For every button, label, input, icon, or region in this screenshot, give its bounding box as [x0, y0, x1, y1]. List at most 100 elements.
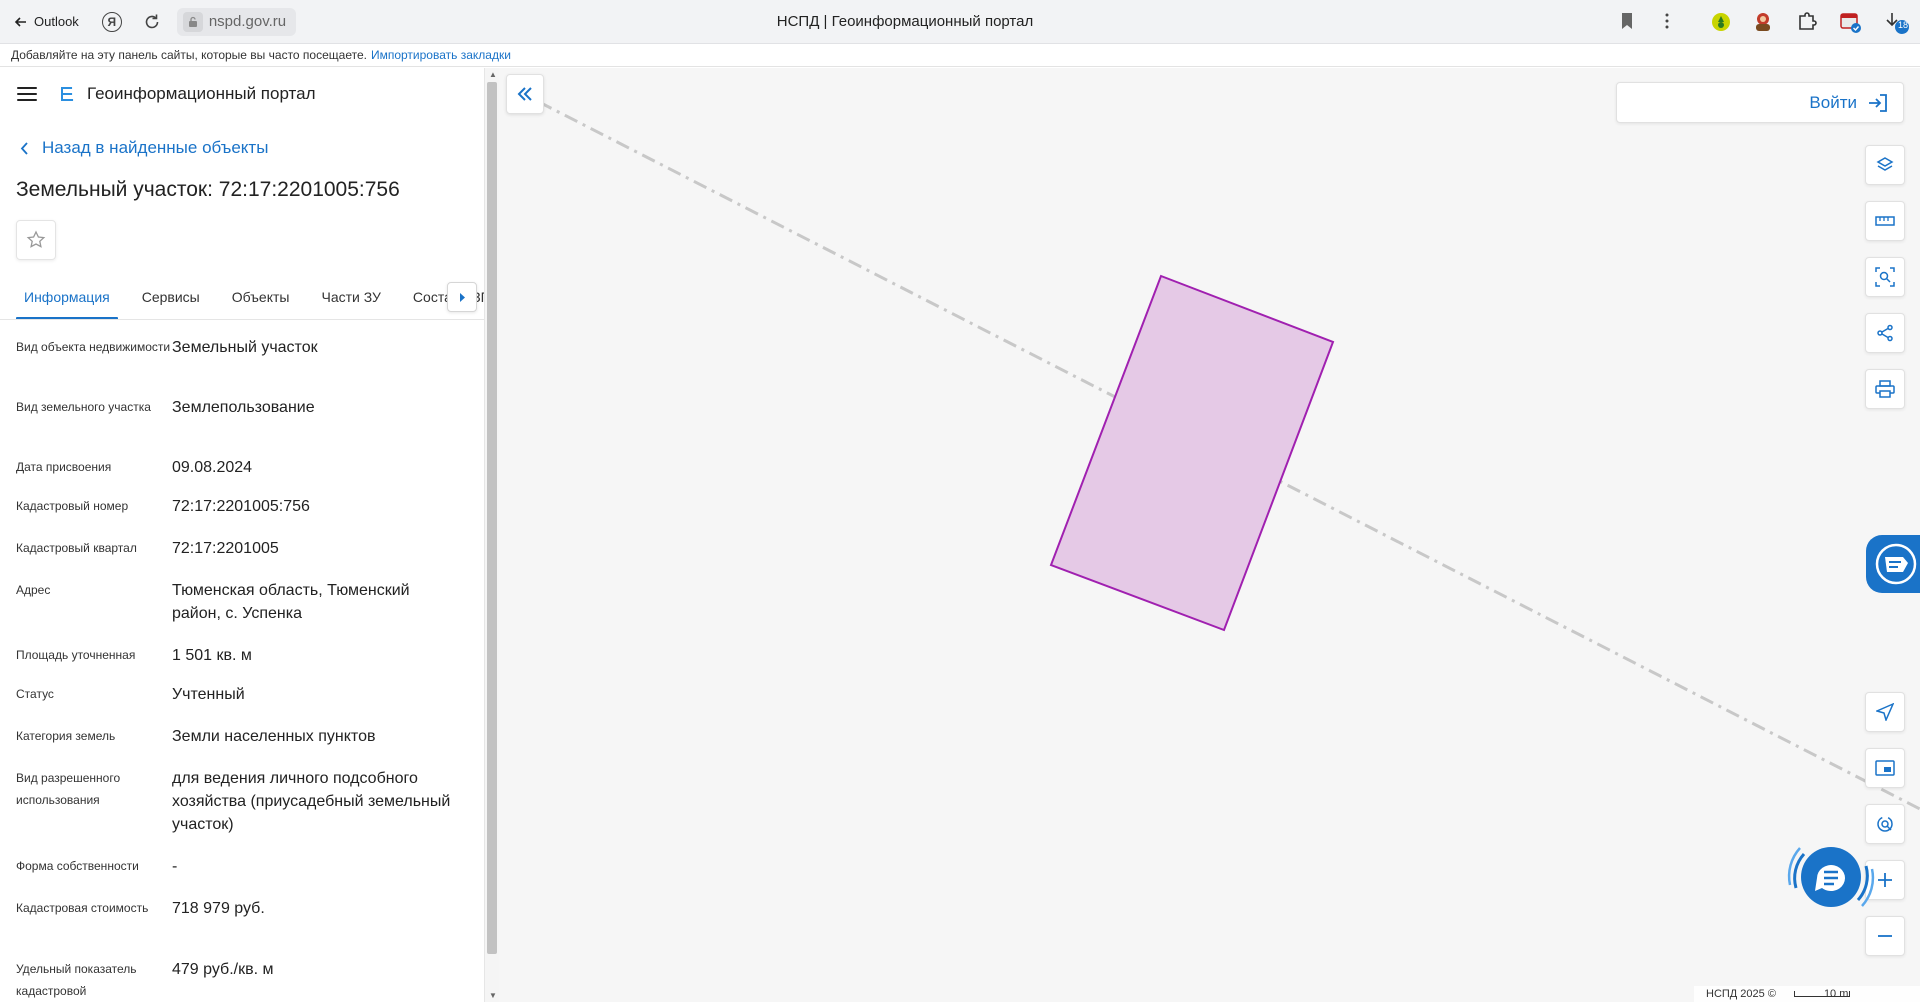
message-icon	[1875, 543, 1917, 585]
measure-button[interactable]	[1865, 201, 1905, 241]
property-value: Тюменская область, Тюменский район, с. У…	[172, 582, 410, 622]
area-select-icon	[1875, 267, 1895, 287]
navigation-arrow-icon	[1876, 703, 1894, 721]
property-row: Дата присвоения 09.08.2024	[16, 456, 484, 495]
print-button[interactable]	[1865, 369, 1905, 409]
minimap-button[interactable]	[1865, 748, 1905, 788]
layers-icon	[1876, 157, 1894, 171]
portal-name: Геоинформационный портал	[87, 84, 316, 103]
layers-button[interactable]	[1865, 145, 1905, 185]
property-value: Учтенный	[172, 686, 245, 703]
property-label: Категория земель	[16, 729, 116, 743]
property-row: Кадастровый квартал 72:17:2201005	[16, 537, 484, 579]
tab-title: НСПД | Геоинформационный портал	[776, 13, 1034, 30]
property-label: Удельный показатель кадастровой	[16, 962, 137, 998]
panel-scrollbar[interactable]: ▲ ▼	[484, 68, 499, 1002]
menu-dots-icon[interactable]	[1664, 12, 1670, 35]
import-bookmarks-link[interactable]: Импортировать закладки	[371, 48, 511, 62]
property-label: Дата присвоения	[16, 460, 112, 474]
property-value: Землепользование	[172, 399, 315, 416]
property-label: Форма собственности	[16, 859, 139, 873]
property-label: Вид земельного участка	[16, 400, 151, 414]
property-row: Площадь уточненная 1 501 кв. м	[16, 644, 484, 683]
collapse-panel-button[interactable]	[506, 74, 544, 114]
property-value: Земли населенных пунктов	[172, 728, 376, 745]
land-parcel-polygon[interactable]	[1049, 274, 1335, 632]
map-layer	[538, 100, 1920, 811]
scroll-down-arrow-icon[interactable]: ▼	[489, 991, 497, 1000]
downloads-icon[interactable]: 18	[1884, 10, 1909, 34]
properties-list: Вид объекта недвижимости Земельный участ…	[0, 320, 484, 1002]
object-tabs: Информация Сервисы Объекты Части ЗУ Сост…	[0, 272, 484, 320]
hamburger-menu-icon[interactable]	[17, 87, 37, 101]
property-value: 479 руб./кв. м	[172, 961, 274, 978]
property-value: для ведения личного подсобного хозяйства…	[172, 770, 451, 833]
object-info-panel: Геоинформационный портал Назад в найденн…	[0, 68, 484, 1002]
printer-icon	[1875, 380, 1895, 398]
property-value: 72:17:2201005:756	[172, 498, 310, 515]
property-label: Кадастровый квартал	[16, 541, 137, 555]
chevron-left-icon	[20, 141, 28, 155]
bookmark-icon[interactable]	[1620, 12, 1634, 35]
property-value: Земельный участок	[172, 339, 318, 356]
bookmarks-prompt: Добавляйте на эту панель сайты, которые …	[11, 48, 367, 62]
tab-parts[interactable]: Части ЗУ	[313, 289, 388, 319]
property-row: Кадастровый номер 72:17:2201005:756	[16, 495, 484, 537]
star-icon	[26, 230, 46, 248]
share-button[interactable]	[1865, 313, 1905, 353]
property-row: Адрес Тюменская область, Тюменский район…	[16, 579, 484, 644]
scale-label: 10 m	[1823, 988, 1849, 1000]
tab-services[interactable]: Сервисы	[134, 289, 208, 319]
double-chevron-left-icon	[517, 87, 532, 101]
extensions-puzzle-icon[interactable]	[1795, 10, 1819, 34]
login-icon	[1869, 93, 1887, 112]
map-canvas[interactable]	[499, 68, 1920, 1002]
property-value: 1 501 кв. м	[172, 647, 252, 664]
property-row: Категория земель Земли населенных пункто…	[16, 725, 484, 767]
downloads-badge: 18	[1897, 20, 1908, 30]
property-label: Вид объекта недвижимости	[16, 340, 171, 354]
ruler-icon	[1875, 216, 1895, 226]
scrollbar-thumb[interactable]	[487, 82, 497, 954]
portal-logo-icon	[61, 87, 74, 101]
back-to-results-link[interactable]: Назад в найденные объекты	[0, 138, 484, 158]
bookmarks-bar: Добавляйте на эту панель сайты, которые …	[0, 44, 1920, 67]
minimap-icon	[1875, 760, 1895, 776]
property-label: Площадь уточненная	[16, 648, 136, 662]
tab-objects[interactable]: Объекты	[224, 289, 298, 319]
property-value: -	[172, 858, 178, 875]
page-title: Земельный участок: 72:17:2201005:756	[16, 178, 400, 201]
back-to-results-label: Назад в найденные объекты	[42, 138, 269, 157]
caret-right-icon	[460, 292, 465, 302]
chat-assistant-button[interactable]	[1776, 822, 1886, 932]
property-row: Вид объекта недвижимости Земельный участ…	[16, 336, 484, 396]
property-label: Кадастровая стоимость	[16, 901, 149, 915]
portal-header: Геоинформационный портал	[0, 68, 484, 120]
property-label: Статус	[16, 687, 54, 701]
property-label: Кадастровый номер	[16, 499, 129, 513]
property-label: Адрес	[16, 583, 51, 597]
property-row: Вид разрешенного использования для веден…	[16, 767, 484, 855]
geolocation-button[interactable]	[1865, 692, 1905, 732]
share-icon	[1877, 324, 1893, 342]
property-row: Кадастровая стоимость 718 979 руб.	[16, 897, 484, 958]
area-search-button[interactable]	[1865, 257, 1905, 297]
favorite-button[interactable]	[16, 220, 56, 260]
login-label: Войти	[1809, 92, 1857, 112]
extension-green-icon[interactable]	[1709, 10, 1733, 34]
feedback-widget-button[interactable]	[1866, 535, 1920, 593]
property-value: 09.08.2024	[172, 459, 253, 476]
extension-avatar-icon[interactable]	[1751, 10, 1775, 34]
property-value: 72:17:2201005	[172, 540, 279, 557]
property-row: Форма собственности -	[16, 855, 484, 897]
copyright-text: НСПД 2025 ©	[1706, 988, 1776, 1000]
tab-information[interactable]: Информация	[16, 289, 118, 319]
property-row: Статус Учтенный	[16, 683, 484, 725]
scroll-up-arrow-icon[interactable]: ▲	[489, 70, 497, 79]
property-row: Вид земельного участка Землепользование	[16, 396, 484, 456]
browser-toolbar: Outlook Я nspd.gov.ru НСПД | Геоинформац…	[0, 0, 1920, 44]
tabs-scroll-right-button[interactable]	[447, 282, 477, 312]
extension-calendar-icon[interactable]	[1838, 10, 1862, 34]
property-value: 718 979 руб.	[172, 900, 265, 917]
login-button[interactable]: Войти	[1616, 82, 1904, 123]
